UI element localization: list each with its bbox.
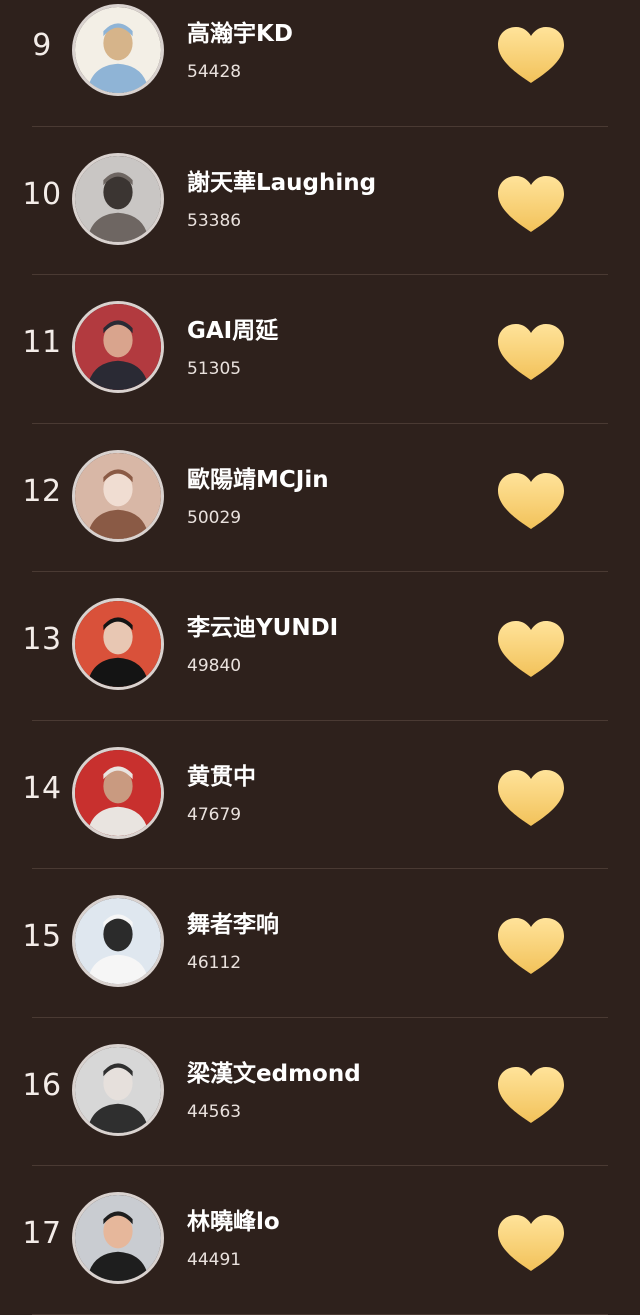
rank-number: 14 — [22, 770, 62, 806]
celebrity-name[interactable]: 舞者李响 — [187, 905, 279, 939]
vote-count: 54428 — [187, 62, 242, 82]
celebrity-name[interactable]: 高瀚宇KD — [187, 14, 293, 48]
avatar[interactable] — [72, 4, 164, 96]
heart-icon[interactable] — [494, 1211, 568, 1275]
rank-number: 17 — [22, 1216, 62, 1251]
heart-icon[interactable] — [494, 469, 568, 533]
avatar[interactable] — [72, 598, 164, 690]
heart-icon[interactable] — [494, 172, 568, 236]
ranking-row: 12 歐陽靖MCJin 50029 — [0, 424, 640, 572]
ranking-row: 15 舞者李响 46112 — [0, 869, 640, 1018]
vote-count: 46112 — [187, 953, 242, 973]
vote-count: 50029 — [187, 507, 242, 528]
celebrity-name[interactable]: GAI周延 — [187, 311, 278, 345]
heart-icon[interactable] — [494, 1063, 568, 1127]
heart-icon[interactable] — [494, 766, 568, 830]
vote-count: 47679 — [187, 804, 242, 825]
avatar[interactable] — [72, 746, 164, 839]
heart-icon[interactable] — [494, 914, 568, 978]
avatar[interactable] — [72, 1192, 164, 1284]
ranking-row: 10 謝天華Laughing 53386 — [0, 127, 640, 275]
ranking-list: 9 高瀚宇KD 54428 10 謝天華Laughing 53386 11 GAI周延 5130… — [0, 0, 640, 1315]
ranking-row: 9 高瀚宇KD 54428 — [0, 0, 640, 127]
avatar[interactable] — [72, 895, 164, 987]
ranking-row: 14 黄贯中 47679 — [0, 721, 640, 869]
row-divider — [32, 1313, 608, 1315]
avatar[interactable] — [72, 1043, 164, 1136]
heart-icon[interactable] — [494, 320, 568, 384]
avatar[interactable] — [72, 449, 164, 542]
rank-number: 12 — [22, 473, 62, 509]
avatar[interactable] — [72, 301, 164, 393]
celebrity-name[interactable]: 林曉峰lo — [187, 1202, 280, 1236]
celebrity-name[interactable]: 黄贯中 — [187, 757, 256, 791]
rank-number: 16 — [22, 1067, 62, 1103]
vote-count: 51305 — [187, 359, 242, 379]
celebrity-name[interactable]: 歐陽靖MCJin — [187, 460, 329, 494]
vote-count: 44491 — [187, 1250, 242, 1270]
vote-count: 53386 — [187, 210, 242, 231]
ranking-row: 11 GAI周延 51305 — [0, 275, 640, 424]
rank-number: 13 — [22, 622, 62, 657]
celebrity-name[interactable]: 謝天華Laughing — [187, 163, 376, 197]
rank-number: 9 — [32, 28, 52, 63]
ranking-row: 17 林曉峰lo 44491 — [0, 1166, 640, 1315]
rank-number: 15 — [22, 919, 62, 954]
heart-icon[interactable] — [494, 23, 568, 87]
ranking-row: 13 李云迪YUNDI 49840 — [0, 572, 640, 721]
celebrity-name[interactable]: 梁漢文edmond — [187, 1054, 361, 1088]
vote-count: 49840 — [187, 656, 242, 676]
vote-count: 44563 — [187, 1101, 242, 1122]
heart-icon[interactable] — [494, 617, 568, 681]
celebrity-name[interactable]: 李云迪YUNDI — [187, 608, 338, 642]
rank-number: 10 — [22, 176, 62, 212]
ranking-row: 16 梁漢文edmond 44563 — [0, 1018, 640, 1166]
rank-number: 11 — [22, 325, 62, 360]
avatar[interactable] — [72, 152, 164, 245]
